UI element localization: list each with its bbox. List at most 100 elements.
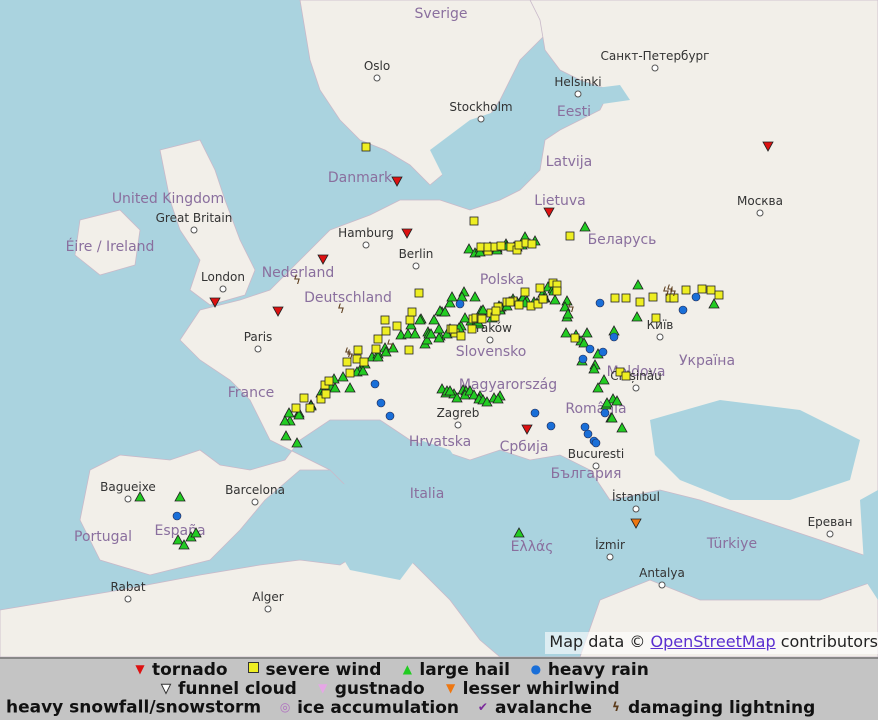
damaging-lightning-marker[interactable]: ϟ (293, 273, 301, 287)
openstreetmap-link[interactable]: OpenStreetMap (650, 632, 775, 651)
severe-wind-marker[interactable] (353, 345, 363, 355)
heavy-rain-marker[interactable] (530, 408, 540, 418)
legend-label-tornado: tornado (152, 659, 228, 680)
legend-label-avalanche: avalanche (494, 697, 593, 718)
heavy-rain-marker[interactable] (578, 354, 588, 364)
severe-wind-marker[interactable] (520, 287, 530, 297)
map-label-city: İstanbul (612, 489, 660, 504)
severe-wind-marker[interactable] (324, 376, 334, 386)
map-legend: ▼ tornado severe wind ▲ large hail ● heavy … (0, 657, 878, 720)
damaging-lightning-marker[interactable]: ϟ (346, 348, 354, 362)
lightning-icon: ϟ (612, 700, 620, 714)
severe-wind-marker[interactable] (697, 284, 707, 294)
map-label-country: Україна (679, 353, 735, 369)
legend-label-large-hail: large hail (419, 659, 510, 680)
map-label-country: България (551, 466, 622, 482)
severe-wind-marker[interactable] (373, 334, 383, 344)
large-hail-icon: ▲ (402, 662, 412, 676)
heavy-rain-marker[interactable] (376, 398, 386, 408)
severe-wind-marker[interactable] (291, 403, 301, 413)
map-label-country: Türkiye (706, 536, 757, 552)
severe-wind-marker[interactable] (380, 315, 390, 325)
heavy-rain-marker[interactable] (585, 344, 595, 354)
severe-wind-marker[interactable] (635, 297, 645, 307)
heavy-rain-marker[interactable] (678, 305, 688, 315)
severe-wind-marker[interactable] (305, 403, 315, 413)
severe-wind-marker[interactable] (405, 315, 415, 325)
severe-wind-marker[interactable] (570, 333, 580, 343)
severe-wind-marker[interactable] (381, 326, 391, 336)
severe-wind-marker[interactable] (621, 293, 631, 303)
damaging-lightning-marker[interactable]: ϟ (567, 301, 575, 315)
city-dot (190, 226, 198, 234)
severe-wind-icon (246, 660, 262, 679)
severe-wind-marker[interactable] (610, 293, 620, 303)
severe-wind-marker[interactable] (565, 231, 575, 241)
city-dot (373, 74, 381, 82)
city-dot (254, 345, 262, 353)
map-canvas[interactable]: Sverige Danmark Eesti Latvija Lietuva Беларус… (0, 0, 878, 657)
city-dot (486, 336, 494, 344)
heavy-rain-marker[interactable] (455, 299, 465, 309)
heavy-rain-marker[interactable] (691, 292, 701, 302)
severe-wind-marker[interactable] (469, 216, 479, 226)
map-label-country: Latvija (546, 154, 593, 170)
severe-wind-marker[interactable] (371, 344, 381, 354)
attribution-suffix: contributors (780, 632, 878, 651)
severe-wind-marker[interactable] (299, 393, 309, 403)
map-label-country: Deutschland (304, 290, 392, 306)
damaging-lightning-marker[interactable]: ϟ (337, 302, 345, 316)
severe-wind-marker[interactable] (448, 324, 458, 334)
city-dot (477, 115, 485, 123)
severe-wind-marker[interactable] (681, 285, 691, 295)
heavy-rain-marker[interactable] (609, 332, 619, 342)
legend-label-severe-wind: severe wind (265, 659, 382, 680)
map-label-city: Helsinki (554, 75, 601, 89)
severe-wind-marker[interactable] (491, 306, 501, 316)
legend-row-2: ▼ funnel cloud ▼ gustnado ▼ lesser whirlwin… (158, 679, 620, 699)
damaging-lightning-marker[interactable]: ϟ (386, 338, 394, 352)
severe-wind-marker[interactable] (621, 371, 631, 381)
severe-wind-marker[interactable] (648, 292, 658, 302)
severe-wind-marker[interactable] (392, 321, 402, 331)
legend-label-gustnado: gustnado (334, 678, 425, 699)
severe-wind-marker[interactable] (467, 324, 477, 334)
severe-wind-marker[interactable] (514, 300, 524, 310)
damaging-lightning-marker[interactable]: ϟ (669, 285, 677, 299)
legend-row-3: heavy snowfall/snowstorm ◎ ice accumulati… (6, 698, 815, 718)
heavy-rain-marker[interactable] (598, 347, 608, 357)
severe-wind-marker[interactable] (535, 283, 545, 293)
severe-wind-marker[interactable] (496, 241, 506, 251)
severe-wind-marker[interactable] (359, 357, 369, 367)
severe-wind-marker[interactable] (505, 297, 515, 307)
severe-wind-marker[interactable] (361, 142, 371, 152)
map-view[interactable]: Sverige Danmark Eesti Latvija Lietuva Беларус… (0, 0, 878, 657)
severe-wind-marker[interactable] (714, 290, 724, 300)
heavy-rain-marker[interactable] (172, 511, 182, 521)
severe-wind-marker[interactable] (345, 368, 355, 378)
map-label-country: United Kingdom (112, 191, 224, 207)
heavy-rain-marker[interactable] (546, 421, 556, 431)
heavy-rain-marker[interactable] (583, 429, 593, 439)
heavy-rain-marker[interactable] (370, 379, 380, 389)
severe-wind-marker[interactable] (477, 314, 487, 324)
heavy-rain-marker[interactable] (595, 298, 605, 308)
severe-wind-marker[interactable] (552, 286, 562, 296)
heavy-rain-marker[interactable] (385, 411, 395, 421)
map-label-city: Stockholm (449, 100, 512, 114)
severe-wind-marker[interactable] (651, 313, 661, 323)
legend-item-gustnado: ▼ gustnado (315, 679, 431, 699)
severe-wind-marker[interactable] (414, 288, 424, 298)
city-dot (362, 241, 370, 249)
severe-wind-marker[interactable] (407, 307, 417, 317)
severe-wind-marker[interactable] (527, 239, 537, 249)
city-dot (632, 384, 640, 392)
severe-wind-marker[interactable] (538, 294, 548, 304)
severe-wind-marker[interactable] (456, 331, 466, 341)
heavy-rain-marker[interactable] (600, 408, 610, 418)
legend-label-heavy-rain: heavy rain (547, 659, 649, 680)
heavy-rain-marker[interactable] (591, 438, 601, 448)
severe-wind-marker[interactable] (404, 345, 414, 355)
severe-wind-marker[interactable] (321, 389, 331, 399)
severe-wind-marker[interactable] (706, 285, 716, 295)
